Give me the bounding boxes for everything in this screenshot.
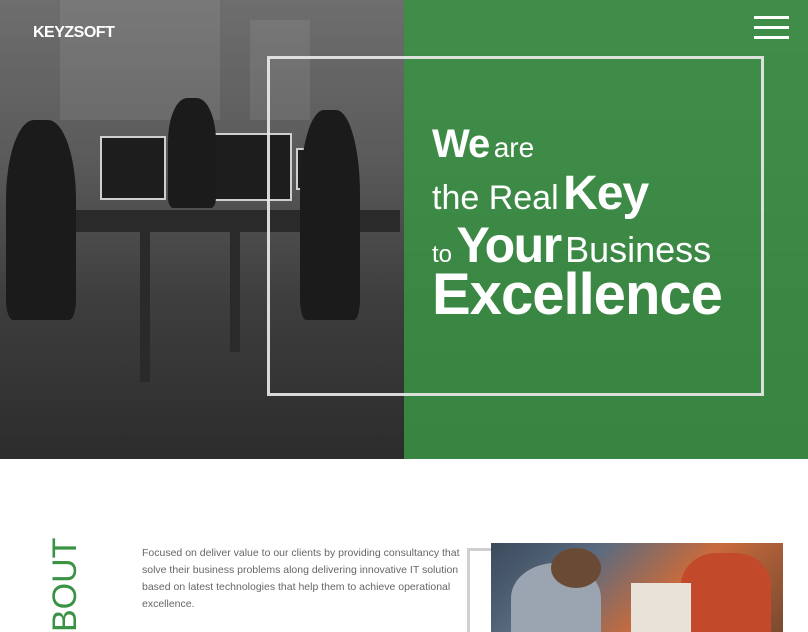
hero-section: KEYZSOFT We are the Real Key to Your Bus… [0,0,808,459]
about-description: Focused on deliver value to our clients … [142,547,460,610]
headline-excellence: Excellence [432,262,723,327]
headline-key: Key [563,167,649,220]
headline-the-real: the Real [432,179,559,217]
headline-we: We [432,122,490,166]
hamburger-menu-icon[interactable] [754,16,789,40]
about-section-title: BOUT [46,536,82,632]
keyzsoft-logo[interactable]: KEYZSOFT [33,24,115,42]
about-title-text: BOUT [46,537,82,632]
headline-are: are [493,132,535,163]
hero-headline: We are the Real Key to Your Business Exc… [432,122,723,327]
about-team-photo [491,543,783,632]
